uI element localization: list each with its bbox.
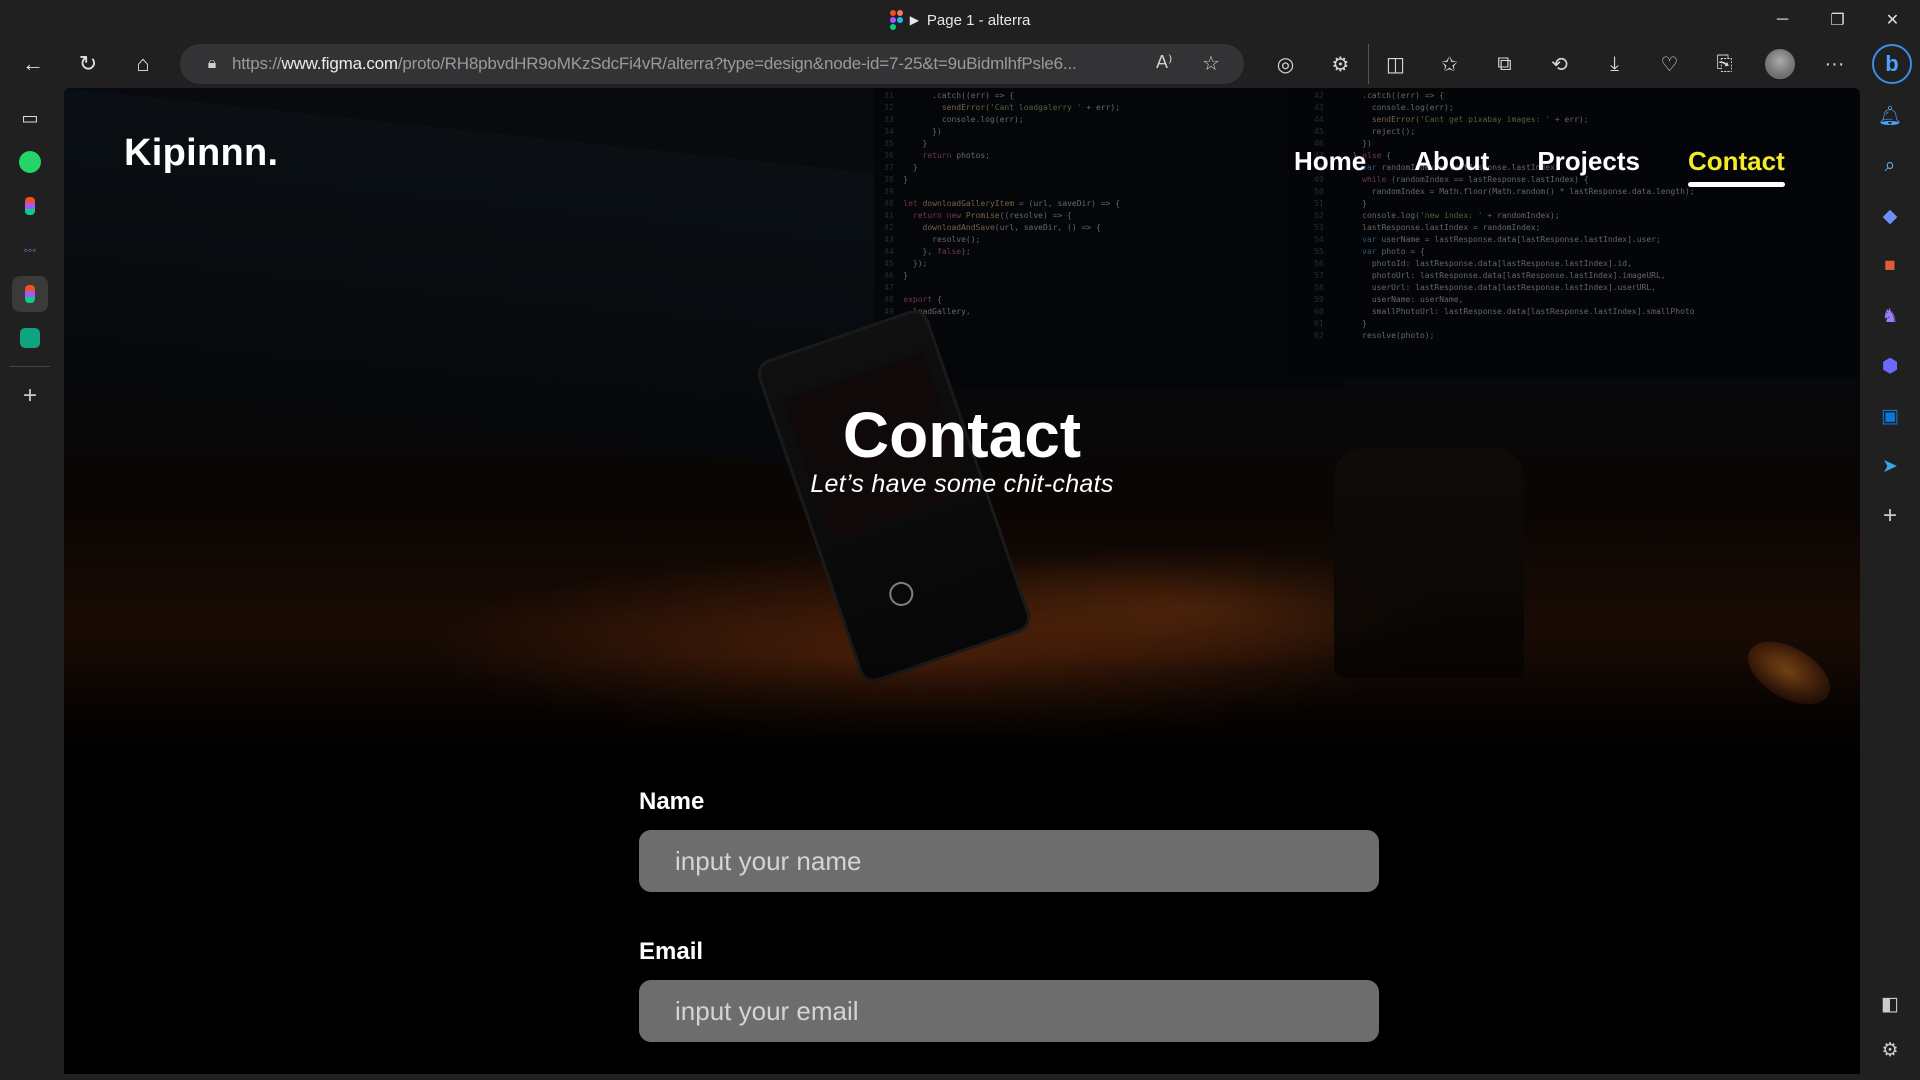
add-icon[interactable]: + bbox=[1872, 498, 1908, 534]
favorite-star-icon[interactable]: ☆ bbox=[1202, 51, 1220, 76]
nav-about[interactable]: About bbox=[1414, 146, 1489, 177]
close-icon[interactable]: ✕ bbox=[1865, 0, 1920, 40]
send-icon[interactable]: ➤ bbox=[1872, 448, 1908, 484]
name-input[interactable] bbox=[639, 830, 1379, 892]
bell-icon[interactable]: 🔔︎ bbox=[1872, 98, 1908, 134]
collections-icon[interactable]: ⧉ bbox=[1477, 44, 1532, 84]
window-title: ▶ Page 1 - alterra bbox=[889, 10, 1031, 30]
performance-icon[interactable]: ♡ bbox=[1642, 44, 1697, 84]
back-arrow-icon[interactable]: ← bbox=[11, 44, 55, 84]
outlook-icon[interactable]: ▣ bbox=[1872, 398, 1908, 434]
hero-fade bbox=[64, 656, 1860, 776]
window-titlebar: ▶ Page 1 - alterra ─ ❐ ✕ bbox=[0, 0, 1920, 40]
screenshot-icon[interactable]: ⎘ bbox=[1697, 44, 1752, 84]
split-screen-icon[interactable]: ◫ bbox=[1368, 44, 1422, 84]
nav-contact[interactable]: Contact bbox=[1687, 146, 1785, 187]
contact-form: Name Email bbox=[639, 788, 1379, 1074]
downloads-icon[interactable]: ⤓ bbox=[1587, 44, 1642, 84]
copilot-icon[interactable]: b bbox=[1872, 44, 1912, 84]
figma-icon bbox=[889, 10, 903, 30]
tag-icon[interactable]: ◆ bbox=[1872, 198, 1908, 234]
page-subtitle: Let’s have some chit-chats bbox=[810, 470, 1114, 498]
search-icon[interactable]: ⌕ bbox=[1872, 148, 1908, 184]
left-sidebar: ▭ ◦◦◦ + bbox=[0, 88, 64, 1080]
restore-icon[interactable]: ❐ bbox=[1810, 0, 1865, 40]
figma-icon-active[interactable] bbox=[12, 276, 48, 312]
site-nav: Home About Projects Contact bbox=[1294, 146, 1833, 187]
chatgpt-icon[interactable] bbox=[12, 320, 48, 356]
more-icon[interactable]: ··· bbox=[1807, 44, 1862, 84]
site-logo[interactable]: Kipinnn. bbox=[124, 132, 278, 175]
page-title: Contact bbox=[842, 399, 1082, 471]
email-label: Email bbox=[639, 938, 704, 965]
browser-toolbar: ← ↻ ⌂ 🔒︎ https://www.figma.com/proto/RH8… bbox=[0, 40, 1920, 88]
reload-icon[interactable]: ↻ bbox=[66, 44, 110, 84]
tab-title: Page 1 - alterra bbox=[926, 11, 1031, 29]
home-icon[interactable]: ⌂ bbox=[121, 44, 165, 84]
sidebar-divider bbox=[10, 366, 50, 367]
url-host: www.figma.com bbox=[281, 54, 398, 73]
add-icon[interactable]: + bbox=[12, 378, 48, 414]
url-text[interactable]: https://www.figma.com/proto/RH8pbvdHR9oM… bbox=[232, 54, 1132, 74]
address-bar[interactable]: 🔒︎ https://www.figma.com/proto/RH8pbvdHR… bbox=[180, 44, 1244, 84]
right-sidebar: 🔔︎ ⌕ ◆ ■ ♞ ⬢ ▣ ➤ + ◧ ⚙ bbox=[1860, 88, 1920, 1080]
chess-icon[interactable]: ♞ bbox=[1872, 298, 1908, 334]
sidebar-toggle-icon[interactable]: ◧ bbox=[1872, 986, 1908, 1022]
page-viewport: 31 .catch((err) => { 32 sendError('Cant … bbox=[64, 88, 1860, 1074]
profile-avatar[interactable] bbox=[1752, 44, 1807, 84]
minimize-icon[interactable]: ─ bbox=[1755, 0, 1810, 40]
nav-home[interactable]: Home bbox=[1294, 146, 1366, 177]
play-icon: ▶ bbox=[909, 13, 919, 27]
email-input[interactable] bbox=[639, 980, 1379, 1042]
copilot-sidebar-icon[interactable]: ⬢ bbox=[1872, 348, 1908, 384]
url-path: /proto/RH8pbvdHR9oMKzSdcFi4vR/alterra?ty… bbox=[397, 54, 1077, 73]
tab-actions-icon[interactable]: ▭ bbox=[12, 100, 48, 136]
app-icon[interactable]: ◦◦◦ bbox=[12, 232, 48, 268]
nav-projects[interactable]: Projects bbox=[1537, 146, 1640, 177]
read-aloud-icon[interactable]: A⁾ bbox=[1156, 52, 1172, 73]
settings-icon[interactable]: ⚙ bbox=[1872, 1032, 1908, 1068]
toolbox-icon[interactable]: ■ bbox=[1872, 248, 1908, 284]
tracking-icon[interactable]: ◎ bbox=[1258, 44, 1313, 84]
avatar bbox=[1764, 49, 1795, 79]
whatsapp-icon[interactable] bbox=[12, 144, 48, 180]
history-icon[interactable]: ⟲ bbox=[1532, 44, 1587, 84]
lock-icon[interactable]: 🔒︎ bbox=[192, 55, 232, 73]
figma-icon[interactable] bbox=[12, 188, 48, 224]
extensions-icon[interactable]: ⚙︎ bbox=[1313, 44, 1368, 84]
url-prefix: https:// bbox=[232, 54, 282, 73]
name-label: Name bbox=[639, 788, 705, 815]
favorites-icon[interactable]: ✩ bbox=[1422, 44, 1477, 84]
